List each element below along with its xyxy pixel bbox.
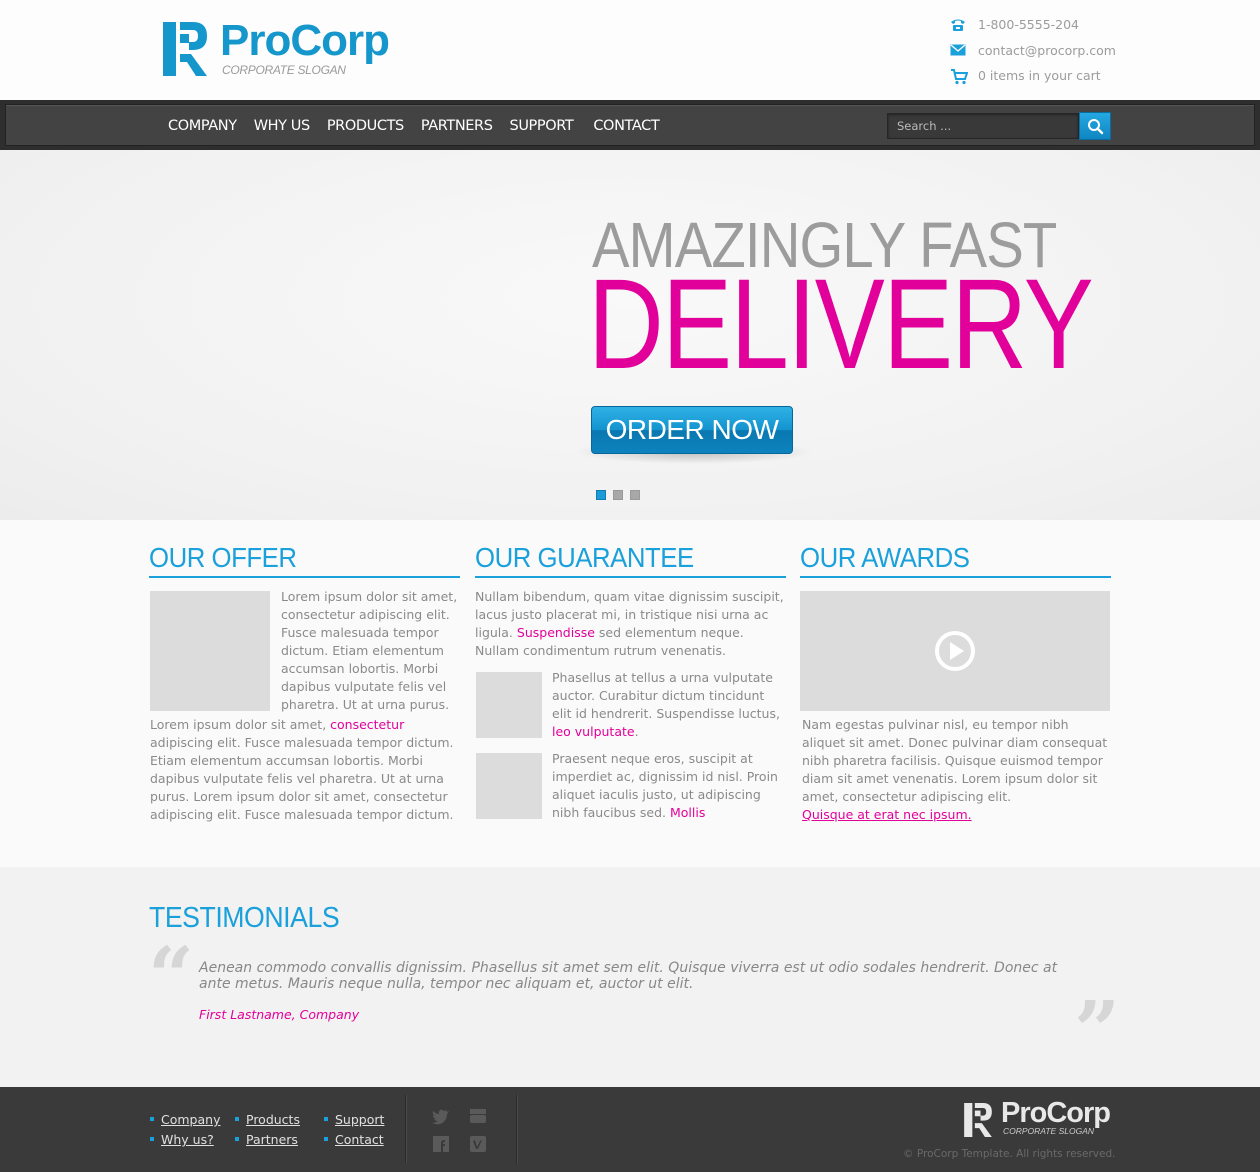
hero-headline-main: DELIVERY bbox=[588, 253, 1094, 396]
footer-link-partners[interactable]: Partners bbox=[246, 1132, 298, 1147]
offer-section: OUR OFFER Lorem ipsum dolor sit amet, co… bbox=[149, 542, 460, 822]
footer-separator bbox=[405, 1095, 406, 1163]
play-icon bbox=[935, 631, 975, 671]
footer-separator bbox=[516, 1095, 517, 1163]
footer-bullet bbox=[324, 1117, 328, 1121]
guarantee-divider bbox=[475, 576, 786, 578]
guarantee-link-leo-vulputate[interactable]: leo vulputate bbox=[552, 724, 635, 739]
guarantee-link-mollis[interactable]: Mollis bbox=[670, 805, 705, 820]
slider-dot-2[interactable] bbox=[613, 490, 623, 500]
quote-close-icon: ” bbox=[1074, 983, 1121, 1077]
twitter-icon[interactable] bbox=[432, 1109, 450, 1125]
footer-bullet bbox=[150, 1137, 154, 1141]
phone-icon bbox=[951, 19, 965, 31]
guarantee-item2-text: Praesent neque eros, suscipit at imperdi… bbox=[552, 750, 784, 822]
order-now-button[interactable]: ORDER NOW bbox=[591, 406, 793, 454]
guarantee-intro: Nullam bibendum, quam vitae dignissim su… bbox=[475, 588, 785, 660]
site-header: ProCorp CORPORATE SLOGAN 1-800-5555-204 … bbox=[0, 0, 1260, 100]
guarantee-item1-image bbox=[476, 672, 542, 738]
guarantee-item1-post: . bbox=[634, 724, 639, 739]
cart-status: 0 items in your cart bbox=[978, 68, 1101, 83]
footer-logo-mark-icon bbox=[964, 1103, 992, 1137]
footer-link-support[interactable]: Support bbox=[335, 1112, 384, 1127]
offer-text-top: Lorem ipsum dolor sit amet, consectetur … bbox=[281, 589, 458, 712]
email-row[interactable]: contact@procorp.com bbox=[948, 40, 1116, 66]
site-footer: Company Why us? Products Partners Suppor… bbox=[0, 1087, 1260, 1172]
awards-video[interactable] bbox=[800, 591, 1110, 711]
email-address: contact@procorp.com bbox=[978, 42, 1116, 58]
testimonials-section: TESTIMONIALS “ Aenean commodo convallis … bbox=[0, 867, 1260, 1087]
footer-logo-slogan: CORPORATE SLOGAN bbox=[1003, 1126, 1094, 1136]
footer-logo[interactable]: ProCorp CORPORATE SLOGAN bbox=[964, 1097, 1114, 1141]
footer-bullet bbox=[235, 1137, 239, 1141]
search-input[interactable]: Search ... bbox=[887, 113, 1079, 139]
guarantee-title: OUR GUARANTEE bbox=[475, 542, 694, 573]
hero-slider: AMAZINGLY FAST DELIVERY ORDER NOW bbox=[0, 150, 1260, 520]
footer-link-company[interactable]: Company bbox=[161, 1112, 220, 1127]
main-navbar: COMPANY WHY US PRODUCTS PARTNERS SUPPORT… bbox=[0, 100, 1260, 150]
phone-row: 1-800-5555-204 bbox=[948, 14, 1116, 40]
offer-title: OUR OFFER bbox=[149, 542, 297, 573]
footer-link-why-us[interactable]: Why us? bbox=[161, 1132, 214, 1147]
mail-icon bbox=[950, 43, 966, 55]
offer-text-bottom-pre: Lorem ipsum dolor sit amet, bbox=[150, 717, 331, 732]
slider-pagination bbox=[596, 490, 647, 500]
testimonial-quote: Aenean commodo convallis dignissim. Phas… bbox=[199, 960, 1058, 992]
guarantee-item2-image bbox=[476, 753, 542, 819]
search-icon bbox=[1088, 119, 1104, 135]
quote-open-icon: “ bbox=[148, 929, 195, 1023]
guarantee-item2-pre: Praesent neque eros, suscipit at imperdi… bbox=[552, 751, 778, 820]
slider-dot-1[interactable] bbox=[596, 490, 606, 500]
guarantee-section: OUR GUARANTEE Nullam bibendum, quam vita… bbox=[475, 542, 786, 820]
footer-bullet bbox=[235, 1117, 239, 1121]
facebook-icon[interactable] bbox=[433, 1136, 449, 1152]
contact-info: 1-800-5555-204 contact@procorp.com 0 ite… bbox=[948, 14, 1116, 91]
logo-text: ProCorp bbox=[220, 16, 390, 65]
slider-dot-3[interactable] bbox=[630, 490, 640, 500]
awards-text: Nam egestas pulvinar nisl, eu tempor nib… bbox=[802, 717, 1108, 804]
nav-item-products[interactable]: PRODUCTS bbox=[327, 105, 404, 147]
search-button[interactable] bbox=[1079, 112, 1111, 140]
logo[interactable]: ProCorp CORPORATE SLOGAN bbox=[163, 16, 403, 80]
nav-item-partners[interactable]: PARTNERS bbox=[421, 105, 493, 147]
youtube-icon[interactable] bbox=[469, 1108, 487, 1124]
footer-link-products[interactable]: Products bbox=[246, 1112, 300, 1127]
phone-number: 1-800-5555-204 bbox=[978, 17, 1080, 32]
guarantee-item1-text: Phasellus at tellus a urna vulputate auc… bbox=[552, 669, 784, 741]
nav-item-support[interactable]: SUPPORT bbox=[510, 105, 574, 147]
cart-icon bbox=[951, 69, 968, 85]
offer-text-bottom-post: adipiscing elit. Fusce malesuada tempor … bbox=[150, 735, 454, 822]
logo-slogan: CORPORATE SLOGAN bbox=[222, 63, 346, 77]
nav-menu: COMPANY WHY US PRODUCTS PARTNERS SUPPORT… bbox=[168, 105, 676, 147]
awards-section: OUR AWARDS Nam egestas pulvinar nisl, eu… bbox=[800, 542, 1111, 822]
awards-divider bbox=[800, 576, 1111, 578]
offer-link-consectetur[interactable]: consectetur bbox=[330, 717, 404, 732]
footer-bullet bbox=[324, 1137, 328, 1141]
guarantee-link-suspendisse[interactable]: Suspendisse bbox=[517, 625, 595, 640]
guarantee-item1-pre: Phasellus at tellus a urna vulputate auc… bbox=[552, 670, 780, 721]
offer-text-bottom: Lorem ipsum dolor sit amet, consectetur … bbox=[150, 716, 462, 824]
logo-mark-icon bbox=[163, 22, 207, 76]
navbar-inner: COMPANY WHY US PRODUCTS PARTNERS SUPPORT… bbox=[5, 104, 1255, 146]
nav-item-contact[interactable]: CONTACT bbox=[593, 105, 659, 147]
footer-bullet bbox=[150, 1117, 154, 1121]
cart-row[interactable]: 0 items in your cart bbox=[948, 65, 1116, 91]
offer-divider bbox=[149, 576, 460, 578]
copyright: © ProCorp Template. All rights reserved. bbox=[903, 1148, 1116, 1160]
offer-image-placeholder bbox=[150, 591, 270, 711]
vimeo-icon[interactable] bbox=[470, 1136, 486, 1152]
testimonial-author: First Lastname, Company bbox=[199, 1007, 360, 1022]
footer-link-contact[interactable]: Contact bbox=[335, 1132, 384, 1147]
nav-item-why-us[interactable]: WHY US bbox=[254, 105, 311, 147]
awards-title: OUR AWARDS bbox=[800, 542, 970, 573]
awards-link[interactable]: Quisque at erat nec ipsum. bbox=[802, 806, 972, 824]
nav-item-company[interactable]: COMPANY bbox=[168, 105, 237, 147]
